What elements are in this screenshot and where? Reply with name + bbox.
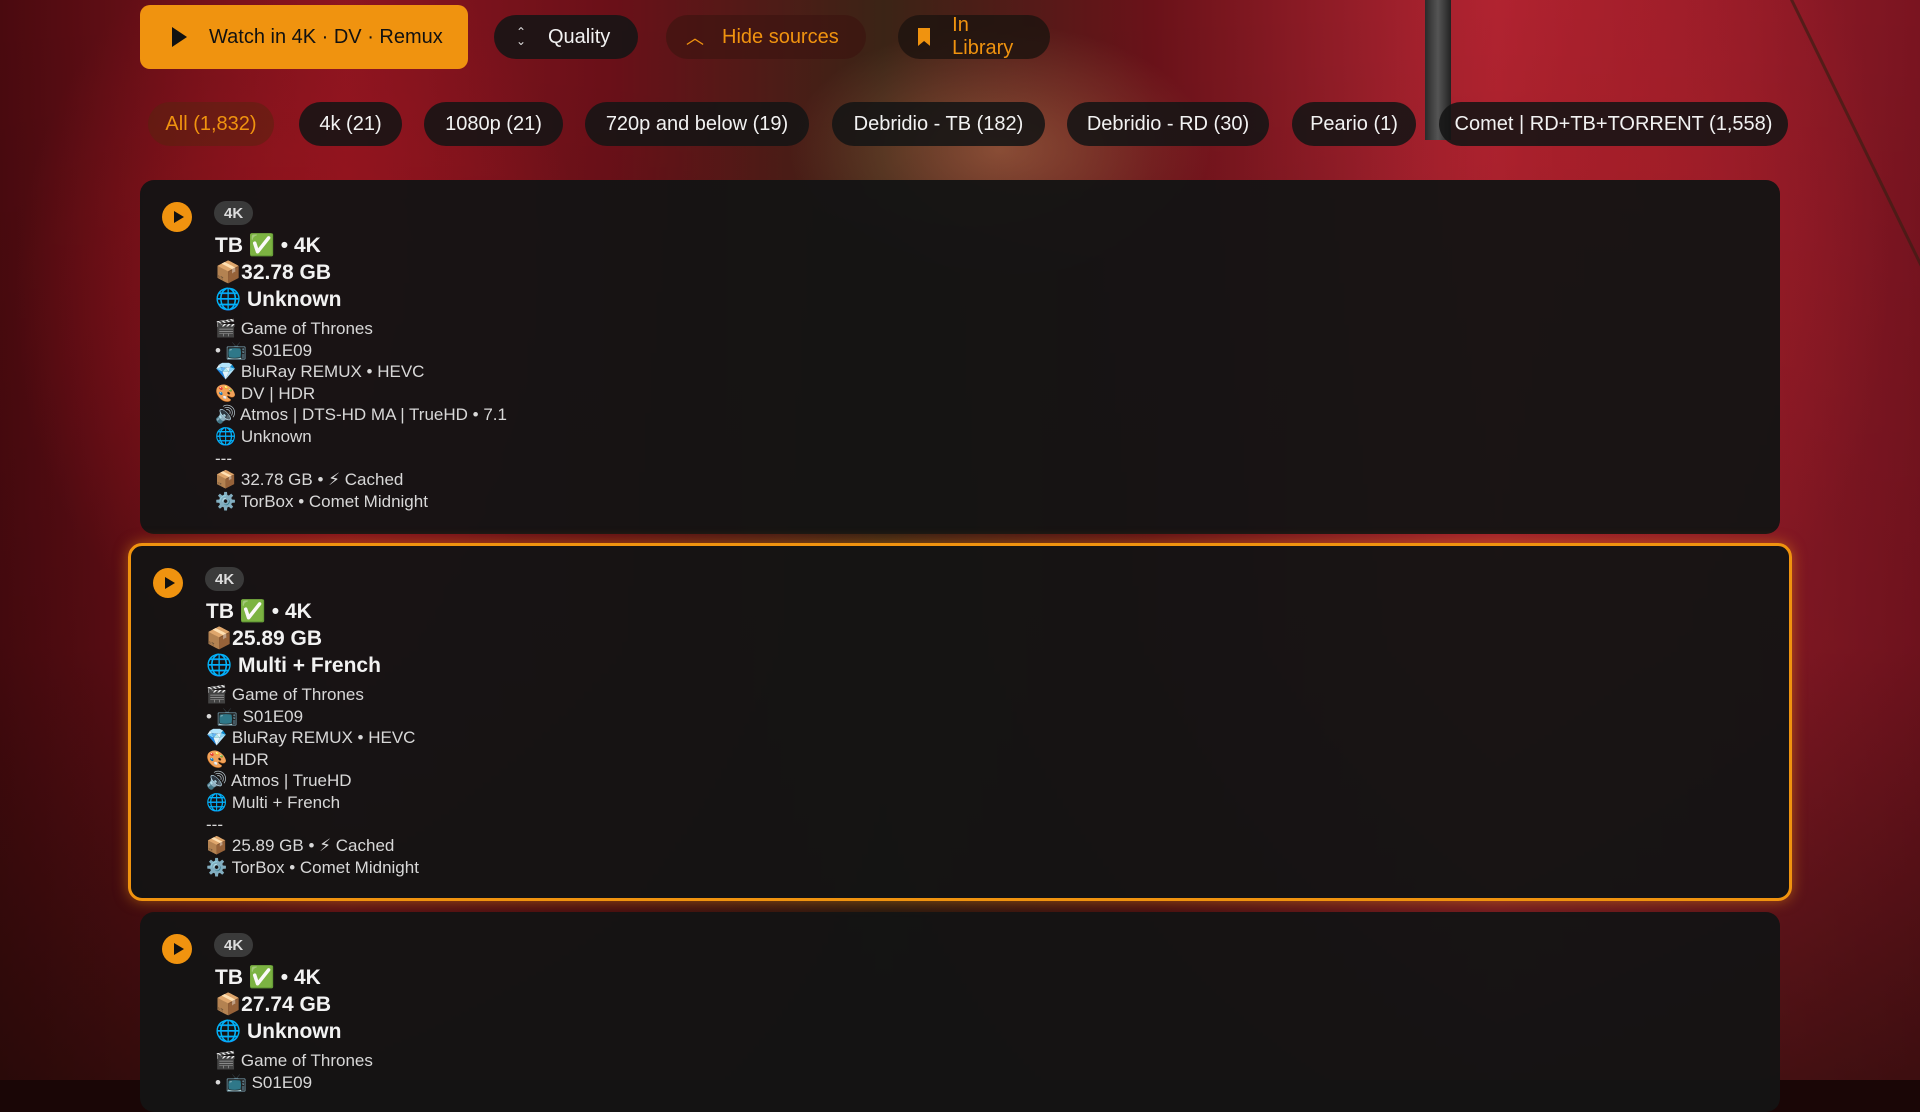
- quality-badge: 4K: [214, 201, 254, 225]
- filter-chip-label: 1080p (21): [445, 112, 542, 135]
- detail-title: 🎬 Game of Thrones: [206, 685, 364, 704]
- library-button-label: In Library: [952, 14, 1014, 59]
- detail-language: 🌐 Multi + French: [206, 792, 341, 812]
- filter-chip-label: Comet | RD+TB+TORRENT (1,558): [1454, 112, 1773, 135]
- detail-codec: 💎 BluRay REMUX • HEVC: [215, 362, 425, 382]
- quality-badge: 4K: [214, 933, 254, 957]
- detail-cache: 📦 32.78 GB • ⚡ Cached: [215, 470, 404, 490]
- filter-chip-peario[interactable]: Peario (1): [1292, 102, 1416, 146]
- filter-chip-debridio-rd[interactable]: Debridio - RD (30): [1067, 102, 1269, 146]
- source-card[interactable]: 4K TB ✅ • 4K 📦27.74 GB 🌐 Unknown 🎬 Game …: [140, 912, 1780, 1112]
- bookmark-icon: [918, 28, 931, 46]
- source-headline: TB ✅ • 4K: [215, 234, 321, 257]
- source-filter-bar: All (1,832) 4k (21) 1080p (21) 720p and …: [148, 102, 1788, 146]
- detail-hdr: 🎨 DV | HDR: [215, 383, 316, 403]
- detail-audio: 🔊 Atmos | DTS-HD MA | TrueHD • 7.1: [215, 405, 507, 425]
- chevron-up-icon: ︿: [686, 28, 704, 48]
- filter-chip-label: Debridio - RD (30): [1086, 112, 1250, 135]
- detail-divider: ---: [206, 814, 223, 834]
- detail-divider: ---: [215, 448, 232, 468]
- filter-chip-4k[interactable]: 4k (21): [299, 102, 402, 146]
- detail-episode: • 📺 S01E09: [215, 340, 313, 360]
- play-icon[interactable]: [153, 568, 183, 598]
- filter-chip-720p[interactable]: 720p and below (19): [585, 102, 809, 146]
- detail-language: 🌐 Unknown: [215, 426, 312, 446]
- detail-codec: 💎 BluRay REMUX • HEVC: [206, 728, 416, 748]
- source-size: 📦27.74 GB: [215, 993, 332, 1016]
- detail-episode: • 📺 S01E09: [206, 706, 304, 726]
- source-info: TB ✅ • 4K 📦25.89 GB 🌐 Multi + French 🎬 G…: [206, 598, 419, 878]
- detail-title: 🎬 Game of Thrones: [215, 319, 373, 338]
- play-icon[interactable]: [162, 934, 192, 964]
- source-card[interactable]: 4K TB ✅ • 4K 📦32.78 GB 🌐 Unknown 🎬 Game …: [140, 180, 1780, 534]
- detail-audio: 🔊 Atmos | TrueHD: [206, 771, 352, 791]
- filter-chip-label: 4k (21): [319, 112, 382, 135]
- source-card-selected[interactable]: 4K TB ✅ • 4K 📦25.89 GB 🌐 Multi + French …: [128, 543, 1792, 901]
- filter-chip-label: All (1,832): [165, 112, 257, 135]
- quality-badge: 4K: [205, 567, 245, 591]
- hide-sources-button[interactable]: ︿ Hide sources: [666, 15, 866, 59]
- source-language: 🌐 Unknown: [215, 288, 342, 311]
- quality-button-label: Quality: [548, 25, 611, 48]
- watch-button-label: Watch in 4K · DV · Remux: [209, 25, 443, 48]
- quality-button[interactable]: ⌃ ⌄ Quality: [494, 15, 638, 59]
- detail-episode: • 📺 S01E09: [215, 1072, 313, 1092]
- source-size: 📦32.78 GB: [215, 261, 332, 284]
- source-details: 🎬 Game of Thrones • 📺 S01E09: [215, 1050, 373, 1093]
- source-size: 📦25.89 GB: [206, 627, 323, 650]
- source-language: 🌐 Unknown: [215, 1020, 342, 1043]
- source-details: 🎬 Game of Thrones • 📺 S01E09 💎 BluRay RE…: [215, 318, 507, 512]
- filter-chip-label: Debridio - TB (182): [853, 112, 1024, 135]
- filter-chip-all[interactable]: All (1,832): [148, 102, 274, 146]
- source-info: TB ✅ • 4K 📦32.78 GB 🌐 Unknown 🎬 Game of …: [215, 232, 507, 512]
- chevron-up-down-icon: ⌃ ⌄: [515, 25, 527, 48]
- play-icon: [172, 27, 187, 47]
- detail-provider: ⚙️ TorBox • Comet Midnight: [206, 857, 419, 877]
- filter-chip-label: 720p and below (19): [605, 112, 789, 135]
- source-details: 🎬 Game of Thrones • 📺 S01E09 💎 BluRay RE…: [206, 684, 419, 878]
- play-icon[interactable]: [162, 202, 192, 232]
- filter-chip-comet[interactable]: Comet | RD+TB+TORRENT (1,558): [1439, 102, 1788, 146]
- detail-cache: 📦 25.89 GB • ⚡ Cached: [206, 836, 395, 856]
- library-button[interactable]: In Library: [898, 14, 1050, 59]
- filter-chip-1080p[interactable]: 1080p (21): [424, 102, 563, 146]
- watch-button[interactable]: Watch in 4K · DV · Remux: [140, 5, 468, 69]
- detail-hdr: 🎨 HDR: [206, 749, 269, 769]
- source-info: TB ✅ • 4K 📦27.74 GB 🌐 Unknown 🎬 Game of …: [215, 964, 373, 1093]
- source-headline: TB ✅ • 4K: [215, 966, 321, 989]
- filter-chip-debridio-tb[interactable]: Debridio - TB (182): [832, 102, 1045, 146]
- detail-title: 🎬 Game of Thrones: [215, 1051, 373, 1070]
- detail-provider: ⚙️ TorBox • Comet Midnight: [215, 491, 428, 511]
- source-language: 🌐 Multi + French: [206, 654, 381, 677]
- source-headline: TB ✅ • 4K: [206, 600, 312, 623]
- hide-sources-label: Hide sources: [722, 25, 839, 48]
- filter-chip-label: Peario (1): [1310, 112, 1398, 135]
